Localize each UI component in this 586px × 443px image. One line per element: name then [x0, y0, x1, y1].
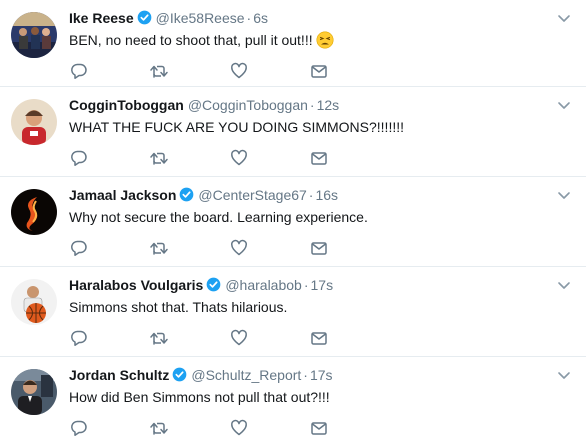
tweet-text: WHAT THE FUCK ARE YOU DOING SIMMONS?!!!!… — [69, 119, 405, 135]
author-name[interactable]: Jamaal Jackson — [69, 187, 176, 203]
author-handle[interactable]: @Ike58Reese — [156, 10, 245, 26]
tweet[interactable]: Jordan Schultz @Schultz_Report · 17s How di… — [0, 357, 586, 443]
separator-dot: · — [309, 97, 315, 113]
tweet-text-container: WHAT THE FUCK ARE YOU DOING SIMMONS?!!!!… — [69, 117, 404, 137]
author-handle[interactable]: @haralabob — [225, 277, 302, 293]
retweet-icon[interactable] — [149, 419, 169, 437]
author-name[interactable]: CogginToboggan — [69, 97, 184, 113]
author-handle[interactable]: @Schultz_Report — [191, 367, 301, 383]
author-handle[interactable]: @CogginToboggan — [188, 97, 308, 113]
like-icon[interactable] — [229, 62, 249, 80]
tweet-actions — [69, 419, 349, 437]
tweet[interactable]: CogginToboggan @CogginToboggan · 12s WHAT T… — [0, 87, 586, 177]
tweet-text: How did Ben Simmons not pull that out?!!… — [69, 389, 330, 405]
tweet-text-container: BEN, no need to shoot that, pull it out!… — [69, 30, 334, 54]
tweet-timestamp[interactable]: 16s — [315, 187, 338, 203]
separator-dot: · — [303, 277, 309, 293]
direct-message-icon[interactable] — [309, 419, 329, 437]
tweet-actions — [69, 62, 349, 80]
tweet-header: Haralabos Voulgaris @haralabob · 17s — [69, 276, 333, 296]
avatar[interactable] — [11, 369, 57, 415]
direct-message-icon[interactable] — [309, 149, 329, 167]
separator-dot: · — [308, 187, 314, 203]
tweet-header: CogginToboggan @CogginToboggan · 12s — [69, 96, 339, 114]
tweet-header: Ike Reese @Ike58Reese · 6s — [69, 9, 268, 29]
tweet-text: Why not secure the board. Learning exper… — [69, 209, 368, 225]
caret-down-icon[interactable] — [556, 369, 572, 381]
avatar[interactable] — [11, 12, 57, 58]
like-icon[interactable] — [229, 329, 249, 347]
separator-dot: · — [246, 10, 252, 26]
tweet-text-container: Why not secure the board. Learning exper… — [69, 207, 368, 227]
caret-down-icon[interactable] — [556, 189, 572, 201]
caret-down-icon[interactable] — [556, 12, 572, 24]
caret-down-icon[interactable] — [556, 99, 572, 111]
tweet-actions — [69, 329, 349, 347]
reply-icon[interactable] — [69, 239, 89, 257]
author-handle[interactable]: @CenterStage67 — [198, 187, 306, 203]
tweet-text-container: Simmons shot that. Thats hilarious. — [69, 297, 287, 317]
tweet-actions — [69, 239, 349, 257]
tweet-text: BEN, no need to shoot that, pull it out!… — [69, 32, 313, 48]
verified-badge-icon — [137, 10, 152, 29]
tweet-actions — [69, 149, 349, 167]
reply-icon[interactable] — [69, 329, 89, 347]
reply-icon[interactable] — [69, 62, 89, 80]
direct-message-icon[interactable] — [309, 239, 329, 257]
weary-face-emoji-icon — [316, 31, 334, 54]
tweet-timestamp[interactable]: 12s — [317, 97, 340, 113]
tweet-timeline: Ike Reese @Ike58Reese · 6s BEN, no need to … — [0, 0, 586, 443]
like-icon[interactable] — [229, 149, 249, 167]
like-icon[interactable] — [229, 419, 249, 437]
verified-badge-icon — [179, 187, 194, 206]
tweet[interactable]: Jamaal Jackson @CenterStage67 · 16s Why not… — [0, 177, 586, 267]
reply-icon[interactable] — [69, 149, 89, 167]
author-name[interactable]: Jordan Schultz — [69, 367, 169, 383]
tweet[interactable]: Ike Reese @Ike58Reese · 6s BEN, no need to … — [0, 0, 586, 87]
avatar[interactable] — [11, 99, 57, 145]
avatar[interactable] — [11, 189, 57, 235]
separator-dot: · — [303, 367, 308, 383]
caret-down-icon[interactable] — [556, 279, 572, 291]
tweet[interactable]: Haralabos Voulgaris @haralabob · 17s Simmon… — [0, 267, 586, 357]
avatar[interactable] — [11, 279, 57, 325]
verified-badge-icon — [206, 277, 221, 296]
like-icon[interactable] — [229, 239, 249, 257]
verified-badge-icon — [172, 367, 187, 386]
tweet-header: Jamaal Jackson @CenterStage67 · 16s — [69, 186, 338, 206]
retweet-icon[interactable] — [149, 62, 169, 80]
tweet-timestamp[interactable]: 17s — [311, 277, 334, 293]
tweet-timestamp[interactable]: 17s — [310, 367, 333, 383]
tweet-timestamp[interactable]: 6s — [253, 10, 268, 26]
direct-message-icon[interactable] — [309, 62, 329, 80]
retweet-icon[interactable] — [149, 329, 169, 347]
retweet-icon[interactable] — [149, 239, 169, 257]
tweet-header: Jordan Schultz @Schultz_Report · 17s — [69, 366, 333, 386]
author-name[interactable]: Ike Reese — [69, 10, 134, 26]
reply-icon[interactable] — [69, 419, 89, 437]
author-name[interactable]: Haralabos Voulgaris — [69, 277, 203, 293]
tweet-text: Simmons shot that. Thats hilarious. — [69, 299, 288, 315]
direct-message-icon[interactable] — [309, 329, 329, 347]
retweet-icon[interactable] — [149, 149, 169, 167]
tweet-text-container: How did Ben Simmons not pull that out?!!… — [69, 387, 330, 407]
